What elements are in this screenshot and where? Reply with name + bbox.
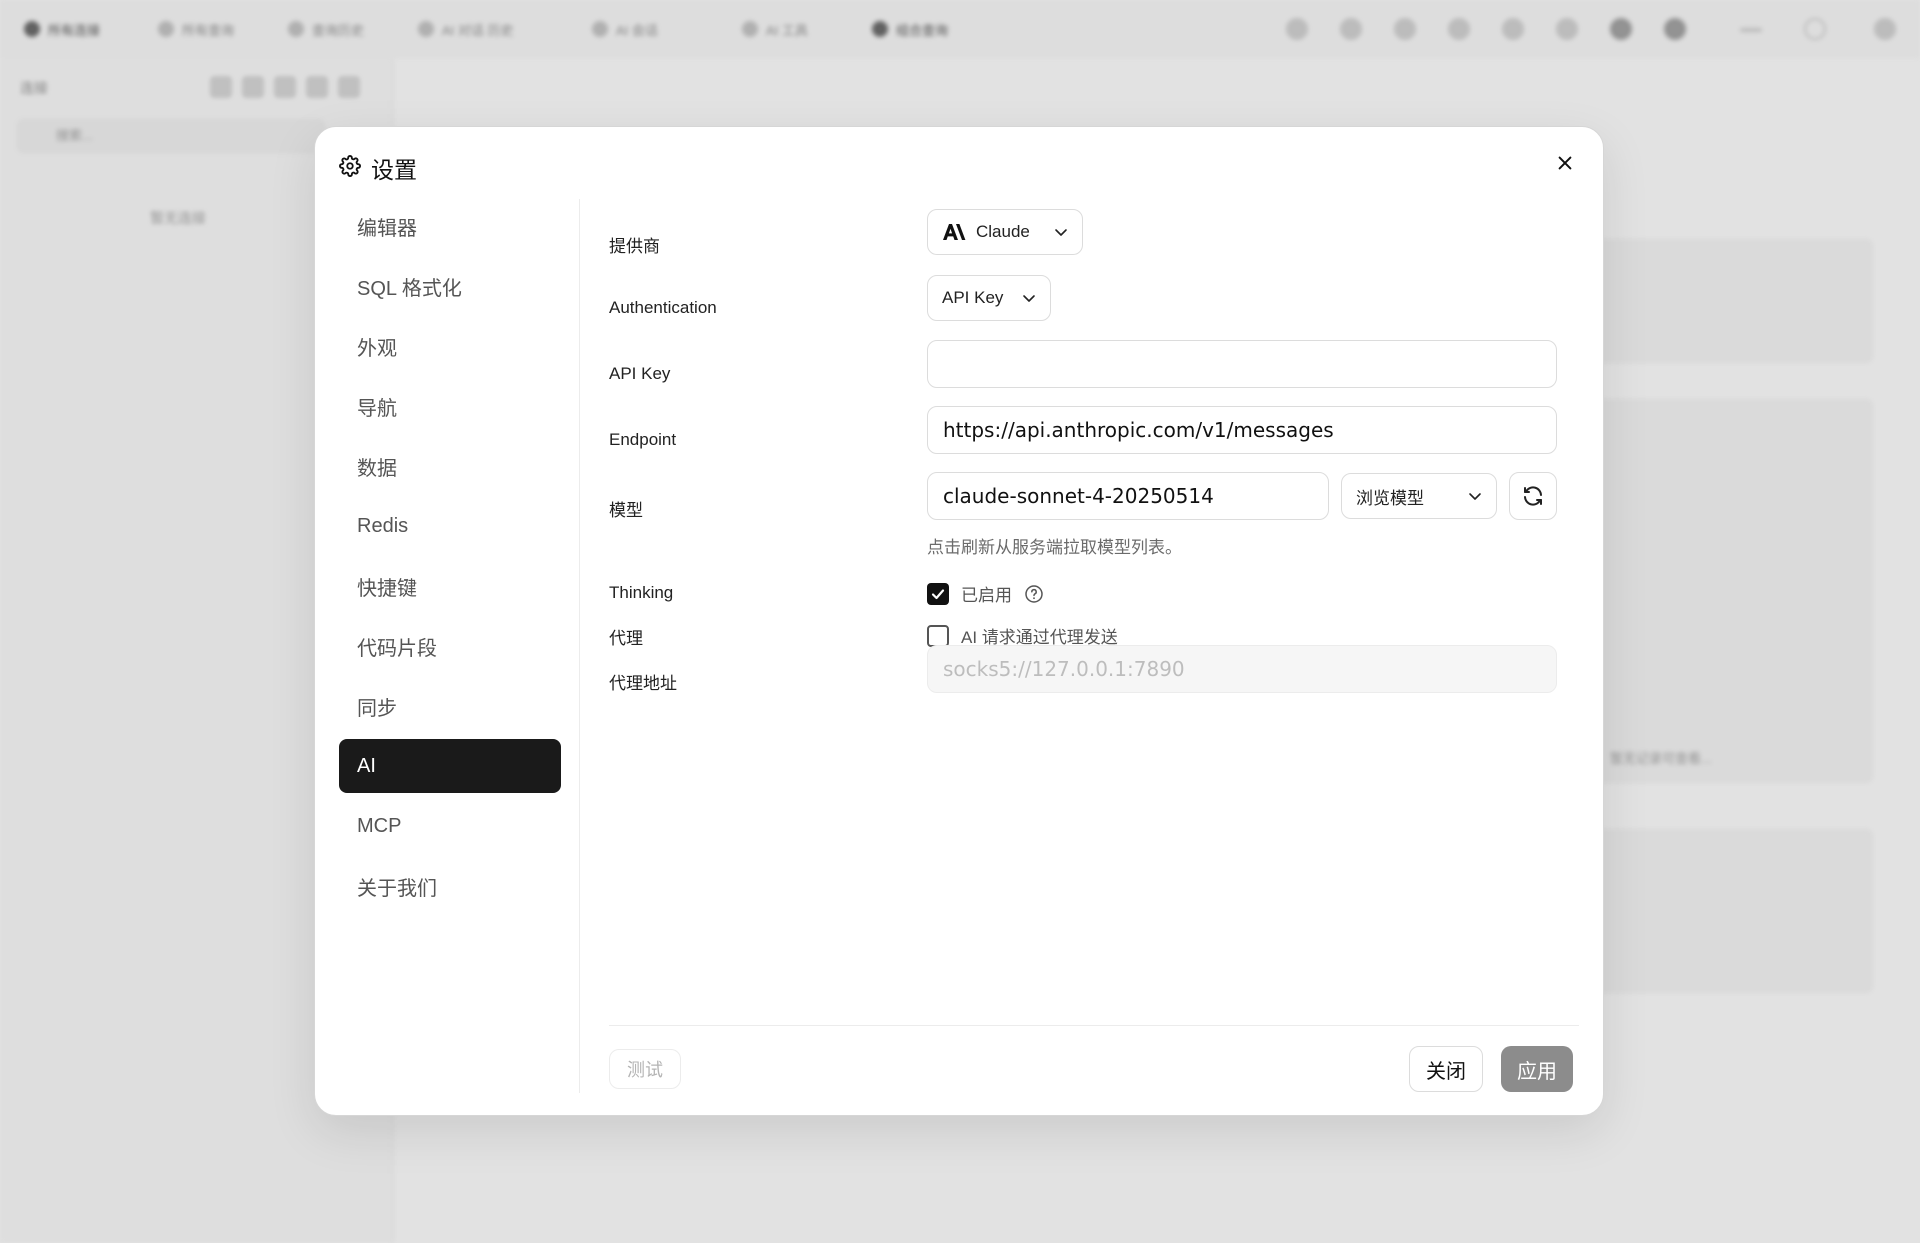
provider-select[interactable]: Claude: [927, 209, 1083, 255]
auth-value: API Key: [942, 288, 1004, 307]
nav-divider: [579, 199, 580, 1093]
chevron-down-icon: [1469, 493, 1481, 500]
provider-label: 提供商: [609, 237, 660, 256]
gear-icon: [339, 154, 361, 182]
chevron-down-icon: [1055, 229, 1067, 236]
nav-item-sql-format[interactable]: SQL 格式化: [339, 259, 561, 313]
nav-item-data[interactable]: 数据: [339, 439, 561, 493]
thinking-row: 已启用: [927, 581, 1044, 606]
proxy-address-input[interactable]: socks5://127.0.0.1:7890: [927, 645, 1557, 693]
nav-item-redis[interactable]: Redis: [339, 499, 561, 553]
close-dialog-button[interactable]: [1549, 147, 1581, 179]
auth-label: Authentication: [609, 298, 717, 317]
api-key-input[interactable]: [927, 340, 1557, 388]
browse-models-select[interactable]: 浏览模型: [1341, 473, 1497, 519]
chevron-down-icon: [1023, 295, 1035, 302]
dialog-header: 设置: [339, 149, 417, 187]
check-icon: [931, 588, 945, 599]
close-button[interactable]: 关闭: [1409, 1046, 1483, 1092]
nav-item-sync[interactable]: 同步: [339, 679, 561, 733]
help-icon[interactable]: [1024, 584, 1044, 604]
nav-item-navigation[interactable]: 导航: [339, 379, 561, 433]
nav-item-mcp[interactable]: MCP: [339, 799, 561, 853]
settings-nav: 编辑器 SQL 格式化 外观 导航 数据 Redis 快捷键 代码片段 同步 A…: [339, 199, 561, 919]
proxy-address-label: 代理地址: [609, 674, 677, 693]
api-key-label: API Key: [609, 364, 671, 383]
close-icon: [1558, 156, 1572, 170]
nav-item-ai[interactable]: AI: [339, 739, 561, 793]
provider-value: Claude: [976, 222, 1030, 241]
test-button[interactable]: 测试: [609, 1049, 681, 1089]
nav-item-appearance[interactable]: 外观: [339, 319, 561, 373]
apply-button[interactable]: 应用: [1501, 1046, 1573, 1092]
footer-divider: [609, 1025, 1579, 1026]
model-input[interactable]: claude-sonnet-4-20250514: [927, 472, 1329, 520]
nav-item-editor[interactable]: 编辑器: [339, 199, 561, 253]
browse-models-label: 浏览模型: [1356, 488, 1424, 508]
proxy-checkbox[interactable]: [927, 624, 949, 647]
settings-dialog: 设置 编辑器 SQL 格式化 外观 导航 数据 Redis 快捷键 代码片段 同…: [314, 126, 1604, 1116]
thinking-label: Thinking: [609, 583, 674, 602]
thinking-text: 已启用: [961, 586, 1012, 605]
endpoint-label: Endpoint: [609, 430, 677, 449]
dialog-title: 设置: [371, 157, 417, 183]
proxy-label: 代理: [609, 629, 643, 648]
nav-item-shortcuts[interactable]: 快捷键: [339, 559, 561, 613]
anthropic-logo-icon: [943, 224, 966, 240]
nav-item-snippets[interactable]: 代码片段: [339, 619, 561, 673]
refresh-icon: [1524, 486, 1542, 506]
model-hint: 点击刷新从服务端拉取模型列表。: [927, 538, 1182, 557]
thinking-checkbox[interactable]: [927, 582, 949, 605]
model-label: 模型: [609, 501, 643, 520]
auth-select[interactable]: API Key: [927, 275, 1051, 321]
nav-item-about[interactable]: 关于我们: [339, 859, 561, 913]
refresh-models-button[interactable]: [1509, 472, 1557, 520]
endpoint-input[interactable]: https://api.anthropic.com/v1/messages: [927, 406, 1557, 454]
